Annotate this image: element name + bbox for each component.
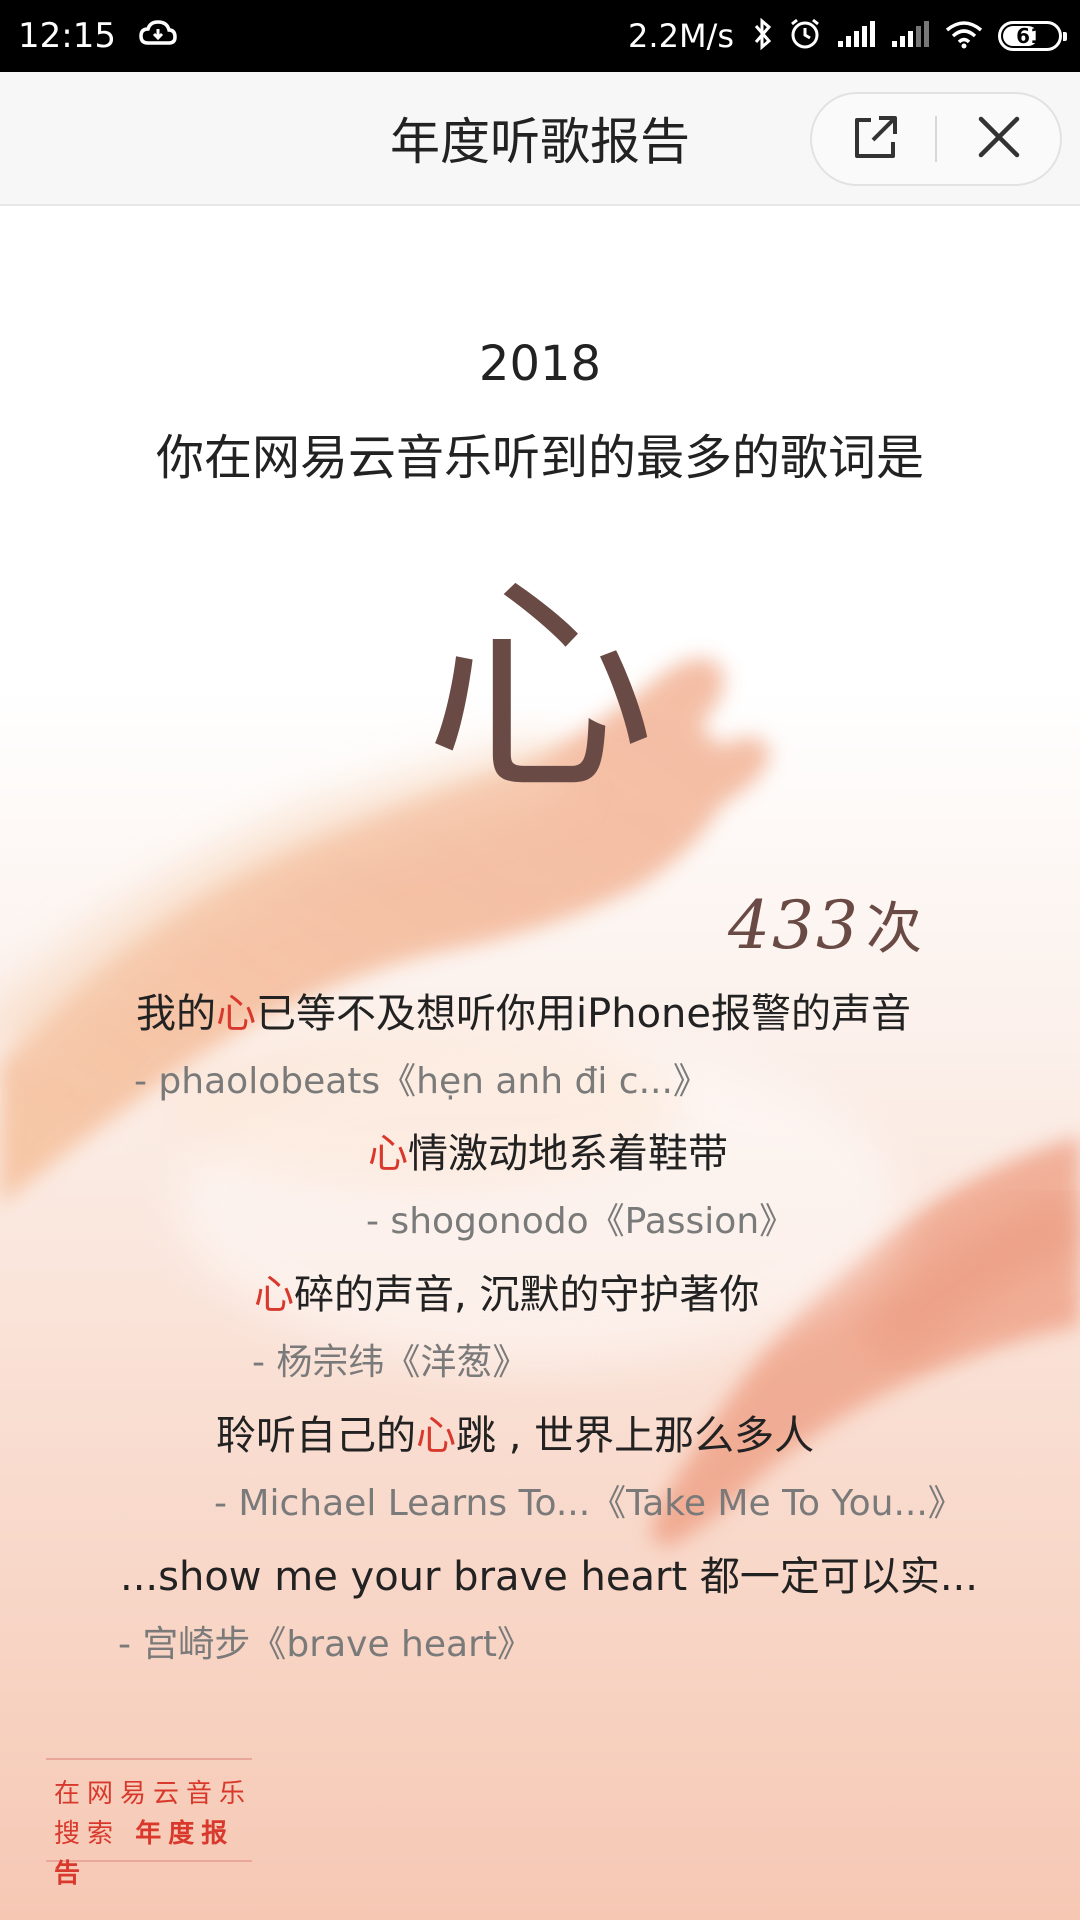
status-bar: 12:15 2.2M/s 61 [0, 0, 1080, 72]
share-button[interactable] [812, 94, 935, 184]
network-speed: 2.2M/s [628, 17, 734, 55]
battery-icon: 61 [998, 21, 1067, 51]
search-hint-line2: 搜索 年度报告 [54, 1819, 235, 1889]
lyric-line: 心情激动地系着鞋带 [368, 1131, 728, 1177]
word-count-number: 433 [728, 887, 860, 964]
lyric-line: ...show me your brave heart 都一定可以实... [120, 1554, 978, 1600]
status-time: 12:15 [18, 16, 116, 56]
bluetooth-icon [752, 17, 774, 55]
word-count: 433 次 [728, 884, 924, 965]
report-headline: 你在网易云音乐听到的最多的歌词是 [155, 430, 924, 486]
lyric-source: - 杨宗纬《洋葱》 [252, 1342, 529, 1383]
search-hint-line1: 在网易云音乐 [54, 1779, 253, 1809]
report-year: 2018 [478, 336, 602, 392]
wifi-icon [944, 19, 984, 53]
status-left: 12:15 [18, 16, 178, 56]
lyric-source: - 宫崎步《brave heart》 [118, 1624, 533, 1665]
signal-icon [890, 19, 930, 53]
lyric-highlight: 心 [368, 1131, 408, 1177]
top-lyric-word: 心 [424, 556, 655, 823]
lyric-source: - phaolobeats《hẹn anh đi c...》 [134, 1061, 709, 1102]
status-right: 2.2M/s 61 [628, 17, 1067, 55]
capsule-menu [810, 92, 1062, 186]
cloud-icon [138, 19, 178, 53]
lyric-line: 聆听自己的心跳 , 世界上那么多人 [216, 1413, 815, 1459]
close-button[interactable] [937, 94, 1060, 184]
lyric-highlight: 心 [216, 991, 256, 1037]
battery-percent: 61 [1016, 24, 1044, 48]
alarm-icon [788, 17, 822, 55]
lyric-line: 心碎的声音, 沉默的守护著你 [254, 1272, 760, 1318]
signal-icon [836, 19, 876, 53]
close-icon [976, 114, 1022, 164]
lyric-highlight: 心 [254, 1272, 294, 1318]
lyric-line: 我的心已等不及想听你用iPhone报警的声音 [136, 991, 912, 1037]
lyric-highlight: 心 [416, 1413, 456, 1459]
search-hint-stamp: 在网易云音乐 搜索 年度报告 [46, 1758, 253, 1889]
title-bar: 年度听歌报告 [0, 72, 1080, 206]
share-icon [849, 112, 899, 166]
lyric-source: - Michael Learns To...《Take Me To You...… [214, 1483, 964, 1524]
word-count-unit: 次 [865, 897, 924, 962]
lyric-source: - shogonodo《Passion》 [366, 1201, 796, 1242]
